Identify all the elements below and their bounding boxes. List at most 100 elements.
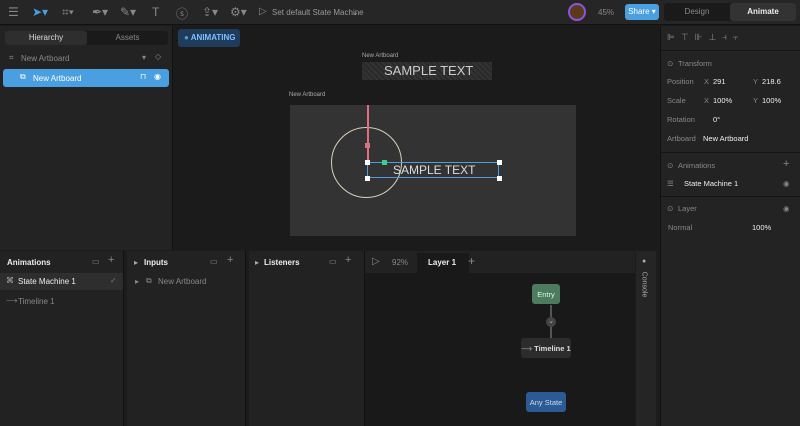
collapse-icon[interactable]: ⊙	[667, 59, 673, 68]
add-icon[interactable]: +	[227, 254, 233, 266]
animate-mode-button[interactable]: Animate	[730, 3, 796, 21]
entry-node[interactable]: Entry	[532, 284, 560, 304]
artboard-label: New Artboard	[289, 92, 326, 98]
animating-label: ANIMATING	[190, 33, 236, 42]
y-label: Y	[753, 77, 759, 86]
transition-chevron-icon[interactable]: ⌄	[546, 317, 556, 327]
add-icon[interactable]: +	[783, 158, 789, 170]
select-tool-icon[interactable]: ➤▾	[32, 5, 48, 19]
add-icon[interactable]: +	[345, 254, 351, 266]
share-button[interactable]: Share ▾	[625, 4, 659, 20]
text-tool-icon[interactable]: T	[152, 5, 159, 19]
top-toolbar: ☰ ➤▾ ⌗▾ ✒▾ ✎▾ T ⓢ ⇪▾ ⚙▾ ▷ Set default St…	[0, 0, 800, 25]
graph-zoom[interactable]: 92%	[392, 258, 408, 267]
sample-text[interactable]: SAMPLE TEXT	[393, 163, 475, 177]
check-icon: ✓	[110, 276, 117, 285]
avatar[interactable]	[568, 3, 586, 21]
resize-handle[interactable]	[497, 160, 502, 165]
zoom-dropdown[interactable]: 45%	[598, 8, 614, 17]
y-label: Y	[753, 96, 759, 105]
folder-icon[interactable]: ▭	[210, 257, 218, 266]
panel-tabs: Hierarchy Assets	[5, 31, 168, 45]
add-layer-icon[interactable]: +	[468, 254, 475, 268]
position-y-input[interactable]: 218.6	[762, 77, 781, 86]
animation-item[interactable]: State Machine 1	[684, 179, 738, 188]
rotation-handle[interactable]	[365, 143, 370, 148]
artboard-select[interactable]: New Artboard	[21, 54, 69, 63]
artboard-label: Artboard	[667, 134, 696, 143]
artboard-dropdown[interactable]: New Artboard	[703, 134, 748, 143]
tab-hierarchy[interactable]: Hierarchy	[5, 31, 87, 45]
state-machine-dropdown[interactable]: Set default State Machine	[272, 8, 364, 17]
timeline-node-label: Timeline 1	[534, 343, 571, 353]
hierarchy-item-label: New Artboard	[33, 74, 82, 83]
timeline-node[interactable]: ⟶ Timeline 1	[521, 338, 571, 358]
artboard-icon: ⌗	[9, 53, 14, 62]
opacity-input[interactable]: 100%	[752, 223, 771, 232]
play-icon[interactable]: ▷	[259, 6, 267, 17]
position-x-input[interactable]: 291	[713, 77, 726, 86]
state-graph[interactable]: ▷ 92% Layer 1 + ⌄ Entry ⟶ Timeline 1 Any…	[365, 251, 635, 426]
list-item-timeline[interactable]: ⟶ Timeline 1	[0, 295, 123, 309]
animations-section: ⊙ Animations + ☰ State Machine 1 ◉	[661, 152, 800, 196]
animations-list-panel: Animations ▭ + ⌘ State Machine 1 ✓ ⟶ Tim…	[0, 251, 124, 426]
x-axis-handle[interactable]	[382, 160, 387, 165]
share-label: Share	[628, 7, 650, 16]
export-icon[interactable]: ⇪▾	[202, 5, 218, 19]
design-mode-button[interactable]: Design	[664, 3, 730, 21]
folder-icon[interactable]: ▭	[329, 257, 337, 266]
resize-handle[interactable]	[365, 176, 370, 181]
hierarchy-item-artboard[interactable]: ⧉ New Artboard ⊓ ◉	[3, 69, 169, 87]
eye-icon[interactable]: ◉	[783, 204, 790, 213]
pen-tool-icon[interactable]: ✒▾	[92, 5, 108, 19]
any-state-node[interactable]: Any State	[526, 392, 566, 412]
artboard[interactable]: SAMPLE TEXT	[290, 105, 576, 236]
tag-icon[interactable]: ◇	[155, 52, 161, 61]
resize-handle[interactable]	[365, 160, 370, 165]
expand-icon[interactable]: ▸	[135, 277, 139, 286]
artboard-tool-icon[interactable]: ⌗▾	[62, 5, 74, 20]
list-item-label: State Machine 1	[18, 277, 76, 286]
collapse-icon[interactable]: ⊙	[667, 161, 673, 170]
collapse-icon[interactable]: ▸	[134, 258, 138, 267]
y-axis-handle[interactable]	[367, 105, 369, 164]
mode-toggle: Design Animate	[664, 3, 796, 21]
inputs-panel: ▸ Inputs ▭ + ▸ ⧉ New Artboard	[127, 251, 246, 426]
list-item-state-machine[interactable]: ⌘ State Machine 1 ✓	[0, 273, 123, 290]
blend-mode-dropdown[interactable]: Normal	[668, 223, 692, 232]
transform-title: Transform	[678, 59, 712, 68]
collapse-icon[interactable]: ⊙	[667, 204, 673, 213]
rotation-label: Rotation	[667, 115, 695, 124]
canvas[interactable]: ● ANIMATING New Artboard SAMPLE TEXT New…	[174, 26, 660, 250]
animations-panel-title: Animations	[7, 258, 51, 267]
input-item[interactable]: New Artboard	[158, 277, 206, 286]
tab-layer-1[interactable]: Layer 1	[417, 253, 469, 273]
list-item-label: Timeline 1	[18, 297, 55, 306]
scale-x-input[interactable]: 100%	[713, 96, 732, 105]
brush-tool-icon[interactable]: ✎▾	[120, 5, 136, 19]
bolt-icon[interactable]: ⓢ	[176, 5, 188, 22]
scale-label: Scale	[667, 96, 686, 105]
collapse-icon[interactable]: ●	[642, 258, 646, 265]
eye-icon[interactable]: ◉	[154, 72, 161, 81]
eye-icon[interactable]: ◉	[783, 179, 790, 188]
hierarchy-panel: Hierarchy Assets ⌗ New Artboard ▾ ◇ ⧉ Ne…	[0, 26, 173, 250]
play-icon[interactable]: ▷	[372, 256, 380, 267]
console-panel[interactable]: ● Console	[636, 251, 656, 426]
lock-icon[interactable]: ⊓	[140, 72, 146, 81]
arrow-right-icon: ⟶	[521, 343, 535, 353]
align-icons[interactable]: ⊫⊤⊪⊥⫞⫟	[667, 32, 744, 43]
folder-icon[interactable]: ▭	[92, 257, 100, 266]
scale-y-input[interactable]: 100%	[762, 96, 781, 105]
collapse-icon[interactable]: ▸	[255, 258, 259, 267]
settings-icon[interactable]: ⚙▾	[230, 5, 247, 19]
add-icon[interactable]: +	[108, 254, 114, 266]
tab-assets[interactable]: Assets	[87, 31, 168, 45]
menu-icon[interactable]: ☰	[8, 5, 19, 19]
x-label: X	[704, 77, 710, 86]
artboard-icon: ⧉	[146, 276, 152, 285]
animating-badge: ● ANIMATING	[178, 29, 240, 47]
layer-title: Layer	[678, 204, 697, 213]
rotation-input[interactable]: 0°	[713, 115, 720, 124]
resize-handle[interactable]	[497, 176, 502, 181]
